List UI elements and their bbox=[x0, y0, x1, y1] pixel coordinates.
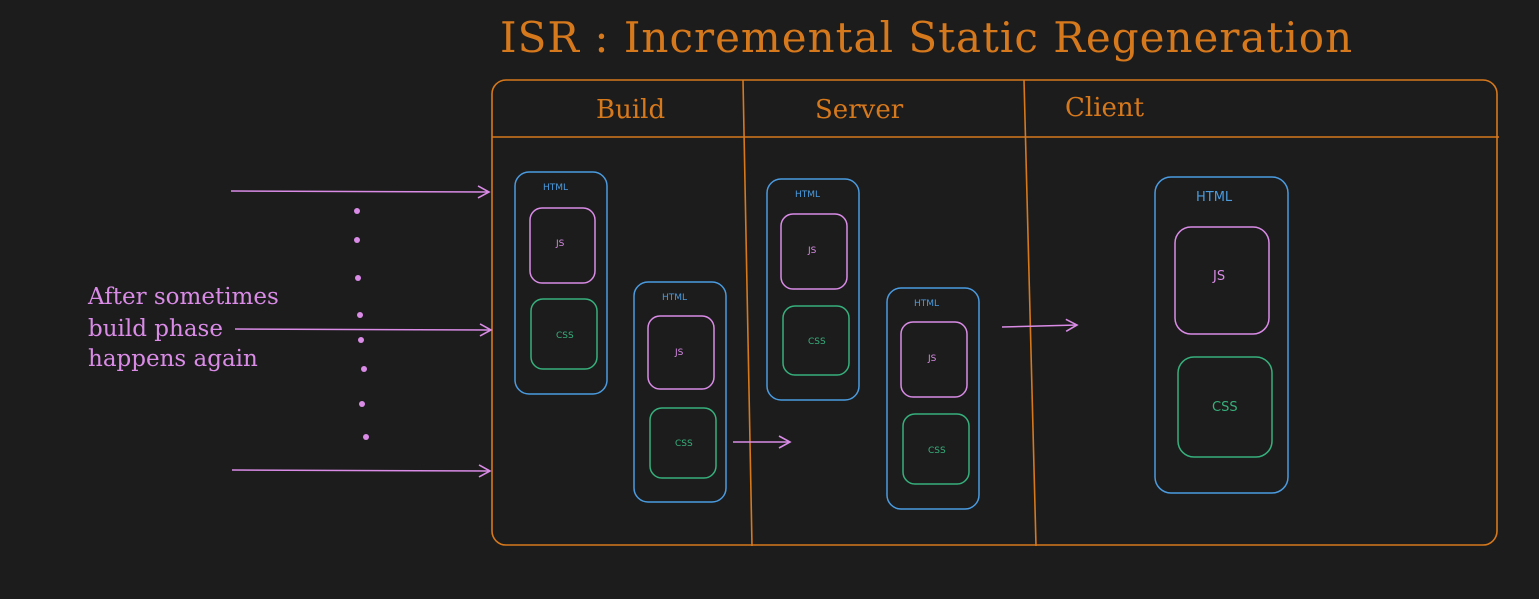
css-label: CSS bbox=[556, 331, 574, 341]
css-label: CSS bbox=[928, 446, 946, 456]
rebuild-arrow-bottom bbox=[231, 464, 492, 478]
dot bbox=[354, 208, 360, 214]
server-page-bundle-2: HTML JS CSS bbox=[886, 287, 980, 510]
js-label: JS bbox=[674, 348, 684, 358]
build-page-bundle-1: HTML JS CSS bbox=[514, 171, 608, 395]
note-line-1: After sometimes bbox=[87, 284, 279, 310]
css-label: CSS bbox=[808, 337, 826, 347]
column-header-client: Client bbox=[1065, 93, 1145, 123]
rebuild-note: After sometimes build phase happens agai… bbox=[87, 284, 279, 372]
css-label: CSS bbox=[675, 439, 693, 449]
js-label: JS bbox=[555, 239, 565, 249]
diagram-title: ISR : Incremental Static Regeneration bbox=[500, 13, 1353, 62]
html-label: HTML bbox=[795, 190, 820, 200]
column-divider-build-server bbox=[742, 79, 753, 547]
client-page-bundle: HTML JS CSS bbox=[1154, 176, 1289, 494]
dot bbox=[361, 366, 367, 372]
note-line-3: happens again bbox=[88, 346, 258, 372]
dot bbox=[355, 275, 361, 281]
dot bbox=[354, 237, 360, 243]
ellipsis-dots bbox=[354, 208, 369, 440]
css-label: CSS bbox=[1212, 400, 1238, 415]
html-box bbox=[1154, 176, 1289, 494]
build-page-bundle-2: HTML JS CSS bbox=[633, 281, 727, 503]
isr-diagram: ISR : Incremental Static Regeneration Bu… bbox=[87, 13, 1499, 547]
html-label: HTML bbox=[662, 293, 687, 303]
js-label: JS bbox=[1212, 269, 1225, 284]
dot bbox=[363, 434, 369, 440]
rebuild-arrow-top bbox=[230, 185, 491, 199]
column-divider-server-client bbox=[1023, 79, 1037, 547]
html-label: HTML bbox=[543, 183, 568, 193]
js-label: JS bbox=[927, 354, 937, 364]
column-header-server: Server bbox=[815, 95, 904, 125]
arrow-server-to-client bbox=[1001, 318, 1079, 332]
html-label: HTML bbox=[1196, 190, 1233, 205]
server-page-bundle-1: HTML JS CSS bbox=[766, 178, 860, 401]
js-label: JS bbox=[807, 246, 817, 256]
rebuild-arrow-middle bbox=[234, 323, 493, 337]
html-label: HTML bbox=[914, 299, 939, 309]
dot bbox=[359, 401, 365, 407]
note-line-2: build phase bbox=[88, 316, 223, 342]
dot bbox=[357, 312, 363, 318]
html-box bbox=[633, 281, 727, 503]
dot bbox=[358, 337, 364, 343]
column-header-build: Build bbox=[596, 95, 665, 125]
main-frame bbox=[491, 79, 1498, 546]
html-box bbox=[886, 287, 980, 510]
